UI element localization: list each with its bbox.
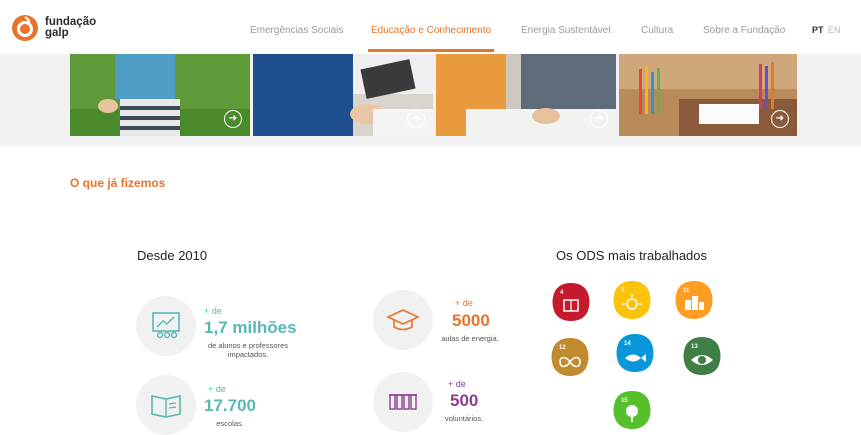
nav-emergencias-sociais[interactable]: Emergências Sociais <box>250 25 343 36</box>
stat-desc-volunteers: voluntários. <box>444 414 484 423</box>
ods-number: 12 <box>559 345 566 351</box>
project-card-1[interactable]: ➔ <box>70 54 250 136</box>
section-title: O que já fizemos <box>70 176 166 190</box>
stat-value-volunteers: 500 <box>450 391 479 410</box>
stat-desc-line1: de alunos e professores <box>207 341 289 350</box>
stat-value-students: 1,7 milhões <box>204 318 297 337</box>
language-pt[interactable]: PT <box>812 25 824 35</box>
nav-active-indicator <box>368 49 494 52</box>
project-card-3[interactable]: ➔ <box>436 54 616 136</box>
volunteers-icon <box>373 372 433 432</box>
sun-icon <box>613 281 651 319</box>
stat-value-lessons: 5000 <box>452 311 490 330</box>
stat-prefix: + de <box>448 379 466 389</box>
arrow-right-icon: ➔ <box>590 110 608 128</box>
stat-desc-schools: escolas. <box>216 419 244 428</box>
ods-number: 13 <box>691 344 698 350</box>
school-book-icon <box>136 375 196 435</box>
stat-desc-line2: impactados. <box>227 350 269 359</box>
site-header: fundação galp Emergências Sociais Educaç… <box>0 0 861 54</box>
main-nav: Emergências Sociais Educação e Conhecime… <box>0 25 861 41</box>
students-board-icon <box>136 296 196 356</box>
ods-number: 7 <box>621 288 625 294</box>
ods-number: 4 <box>560 290 564 296</box>
project-card-4[interactable]: ➔ <box>619 54 797 136</box>
ods-12-responsible-consumption[interactable]: 12 <box>550 337 590 377</box>
infinity-icon <box>551 338 589 376</box>
stat-desc-students: de alunos e professores impactados. <box>196 341 300 359</box>
book-icon <box>552 283 590 321</box>
arrow-right-icon: ➔ <box>224 110 242 128</box>
stat-prefix: + de <box>208 384 226 394</box>
child-reading-image <box>70 54 250 136</box>
fish-icon <box>616 334 654 372</box>
ods-11-sustainable-cities[interactable]: 11 <box>674 280 714 320</box>
ods-4-quality-education[interactable]: 4 <box>551 282 591 322</box>
nav-energia-sustentavel[interactable]: Energia Sustentável <box>521 25 611 36</box>
ods-heading: Os ODS mais trabalhados <box>556 248 708 263</box>
students-tablet-image <box>253 54 433 136</box>
ods-7-clean-energy[interactable]: 7 <box>612 280 652 320</box>
students-drawing-image <box>436 54 616 136</box>
graduation-cap-icon <box>373 290 433 350</box>
stat-prefix: + de <box>204 306 222 316</box>
nav-educacao-conhecimento[interactable]: Educação e Conhecimento <box>371 25 491 36</box>
ods-14-life-below-water[interactable]: 14 <box>615 333 655 373</box>
project-card-2[interactable]: ➔ <box>253 54 433 136</box>
stat-value-schools: 17.700 <box>204 396 256 415</box>
tree-icon <box>613 391 651 429</box>
nav-sobre-fundacao[interactable]: Sobre a Fundação <box>703 25 785 36</box>
eye-globe-icon <box>683 337 721 375</box>
ods-15-life-on-land[interactable]: 15 <box>612 390 652 430</box>
stat-desc-lessons: aulas de energia. <box>441 334 499 343</box>
arrow-right-icon: ➔ <box>407 110 425 128</box>
ods-number: 11 <box>683 288 690 294</box>
ods-number: 15 <box>621 398 628 404</box>
ods-13-climate-action[interactable]: 13 <box>682 336 722 376</box>
ods-number: 14 <box>624 341 631 347</box>
colored-pencils-image <box>619 54 797 136</box>
stat-prefix: + de <box>455 298 473 308</box>
city-icon <box>675 281 713 319</box>
arrow-right-icon: ➔ <box>771 110 789 128</box>
since-heading: Desde 2010 <box>137 248 208 263</box>
language-en[interactable]: EN <box>828 25 841 35</box>
nav-cultura[interactable]: Cultura <box>641 25 673 36</box>
